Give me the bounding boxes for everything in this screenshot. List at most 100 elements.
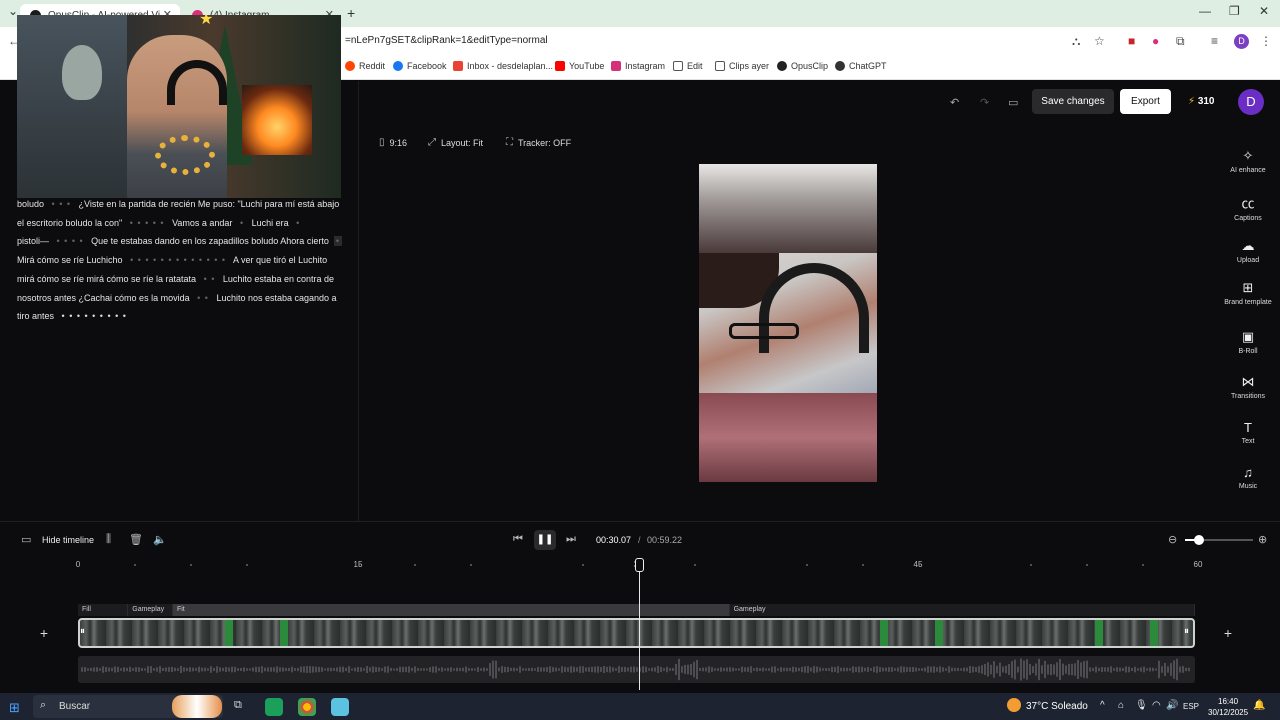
layout-button[interactable]: ⤢ Layout: Fit <box>428 137 483 148</box>
app-icon[interactable] <box>265 698 283 716</box>
tool-ai-enhance[interactable]: ✧ AI enhance <box>1222 148 1274 174</box>
transcript-pause[interactable]: • <box>296 218 300 228</box>
transcript-pause[interactable]: • • • • • • • • • • • • • <box>130 255 226 265</box>
add-before-button[interactable]: + <box>31 620 57 646</box>
tool-transitions[interactable]: ⋈ Transitions <box>1222 374 1274 400</box>
hide-timeline-button[interactable]: Hide timeline <box>42 535 94 545</box>
transcript-word[interactable]: Vamos a andar <box>172 218 232 228</box>
chrome-icon[interactable] <box>298 698 316 716</box>
transcript-pause-selected[interactable]: • <box>333 236 342 247</box>
skip-back-icon[interactable]: ⏮ <box>513 533 523 546</box>
taskbar-clock[interactable]: 16:40 30/12/2025 <box>1208 696 1248 718</box>
tracker-button[interactable]: ⛶ Tracker: OFF <box>506 137 571 148</box>
chevron-up-icon[interactable]: ^ <box>1100 700 1105 711</box>
hide-timeline-icon[interactable]: ▭ <box>21 533 31 546</box>
microphone-icon[interactable]: 🎙 <box>1135 700 1148 711</box>
minimize-icon[interactable]: — <box>1199 4 1211 18</box>
restore-icon[interactable]: ❐ <box>1229 4 1240 18</box>
transcript-pause[interactable]: • • <box>197 293 209 303</box>
transcript-word[interactable]: Luchi era <box>252 218 289 228</box>
notifications-icon[interactable]: 🔔 <box>1253 700 1265 711</box>
transcript-word[interactable]: Mirá cómo se ríe Luchicho <box>17 255 123 265</box>
tool-captions[interactable]: ㏄ Captions <box>1222 193 1274 222</box>
credits-counter[interactable]: ⚡ 310 <box>1188 96 1215 107</box>
tool-b-roll[interactable]: ▣ B-Roll <box>1222 329 1274 355</box>
trim-start-handle[interactable]: ⏸ <box>80 626 85 637</box>
undo-icon[interactable]: ↶ <box>950 96 959 109</box>
pause-button[interactable]: ❚❚ <box>534 530 556 550</box>
url-field[interactable]: =nLePn7gSET&clipRank=1&editType=normal <box>345 35 548 46</box>
bookmark-instagram[interactable]: Instagram <box>611 61 665 71</box>
video-track[interactable] <box>78 618 1195 648</box>
tool-upload[interactable]: ☁ Upload <box>1222 238 1274 264</box>
transcript-pause[interactable]: • • • • • • • • • <box>62 311 127 321</box>
extension-icon[interactable]: ● <box>1152 34 1159 48</box>
aspect-ratio-button[interactable]: ▯ 9:16 <box>379 137 407 148</box>
save-changes-button[interactable]: Save changes <box>1032 89 1114 114</box>
translate-icon[interactable]: ⛬ <box>1072 34 1080 49</box>
speaker-icon[interactable]: 🔊 <box>1166 700 1178 711</box>
layout-segment[interactable]: Gameplay <box>128 604 173 616</box>
transcript-word[interactable]: Que te estabas dando en los zapadillos b… <box>91 236 329 246</box>
trim-end-handle[interactable]: ⏸ <box>1184 626 1189 637</box>
layout-segment[interactable]: Fill <box>78 604 129 616</box>
playhead-line[interactable] <box>639 560 641 690</box>
bookmark-opusclip[interactable]: OpusClip <box>777 61 828 71</box>
extensions-puzzle-icon[interactable]: ⧉ <box>1176 34 1185 49</box>
export-button[interactable]: Export <box>1120 89 1171 114</box>
split-icon[interactable]: ⫼ <box>106 533 111 546</box>
playhead-handle[interactable] <box>635 558 645 572</box>
profile-avatar[interactable]: D <box>1234 34 1249 49</box>
layout-segment[interactable]: Gameplay <box>729 604 1195 616</box>
bookmark-clips-ayer[interactable]: Clips ayer <box>715 61 769 71</box>
app-icon[interactable] <box>331 698 349 716</box>
delete-icon[interactable]: 🗑 <box>129 533 143 546</box>
windows-start-icon[interactable]: ⊞ <box>9 700 20 716</box>
speaker-frame <box>699 253 877 393</box>
redo-icon[interactable]: ↷ <box>980 96 989 109</box>
weather-widget[interactable]: 37°C Soleado <box>1026 701 1088 712</box>
gmail-icon <box>453 61 463 71</box>
zoom-in-icon[interactable]: ⊕ <box>1258 533 1267 546</box>
bookmark-star-icon[interactable]: ☆ <box>1094 34 1105 48</box>
new-tab-icon[interactable]: + <box>347 5 355 21</box>
task-view-icon[interactable]: ⧉ <box>234 699 242 712</box>
video-preview[interactable] <box>699 164 877 482</box>
transcript-pause[interactable]: • • • • • <box>130 218 165 228</box>
reading-list-icon[interactable]: ≡ <box>1211 34 1218 48</box>
audio-waveform-track[interactable] <box>78 656 1195 683</box>
tool-brand-template[interactable]: ⊞ Brand template <box>1222 280 1274 306</box>
language-indicator[interactable]: ESP <box>1183 702 1199 711</box>
bookmark-edit[interactable]: Edit <box>673 61 703 71</box>
network-icon[interactable]: ⌂ <box>1118 700 1124 711</box>
transcript-word[interactable]: pistoli— <box>17 236 49 246</box>
volume-icon[interactable]: 🔈 <box>153 533 167 546</box>
zoom-slider-knob[interactable] <box>1193 535 1204 545</box>
ruler-tick-dot <box>190 564 192 566</box>
zoom-out-icon[interactable]: ⊖ <box>1168 533 1177 546</box>
bookmark-facebook[interactable]: Facebook <box>393 61 447 71</box>
close-window-icon[interactable]: ✕ <box>1259 4 1269 18</box>
transcript-pause[interactable]: • • <box>204 274 216 284</box>
zoom-slider[interactable] <box>1185 535 1253 545</box>
transcript-pause[interactable]: • <box>240 218 244 228</box>
extension-icon[interactable]: ■ <box>1128 34 1135 48</box>
user-avatar[interactable]: D <box>1238 89 1264 115</box>
skip-forward-icon[interactable]: ⏭ <box>566 533 576 546</box>
wifi-icon[interactable]: ◠ <box>1152 700 1161 711</box>
bookmark-reddit[interactable]: Reddit <box>345 61 385 71</box>
add-after-button[interactable]: + <box>1215 620 1241 646</box>
tool-music[interactable]: ♫ Music <box>1222 465 1274 490</box>
subtitles-icon[interactable]: ▭ <box>1008 96 1018 109</box>
transcript-word[interactable]: boludo <box>17 199 44 209</box>
transcript-pause[interactable]: • • • • <box>57 236 84 246</box>
search-highlight-art <box>172 695 222 718</box>
bookmark-youtube[interactable]: YouTube <box>555 61 604 71</box>
bookmark-gmail[interactable]: Inbox - desdelaplan... <box>453 61 553 71</box>
menu-kebab-icon[interactable]: ⋮ <box>1260 34 1272 48</box>
layout-segment[interactable]: Fit <box>172 604 730 616</box>
tool-text[interactable]: T Text <box>1222 420 1274 445</box>
transcript-pause[interactable]: • • • <box>52 199 71 209</box>
clip-marker <box>935 620 943 646</box>
bookmark-chatgpt[interactable]: ChatGPT <box>835 61 887 71</box>
